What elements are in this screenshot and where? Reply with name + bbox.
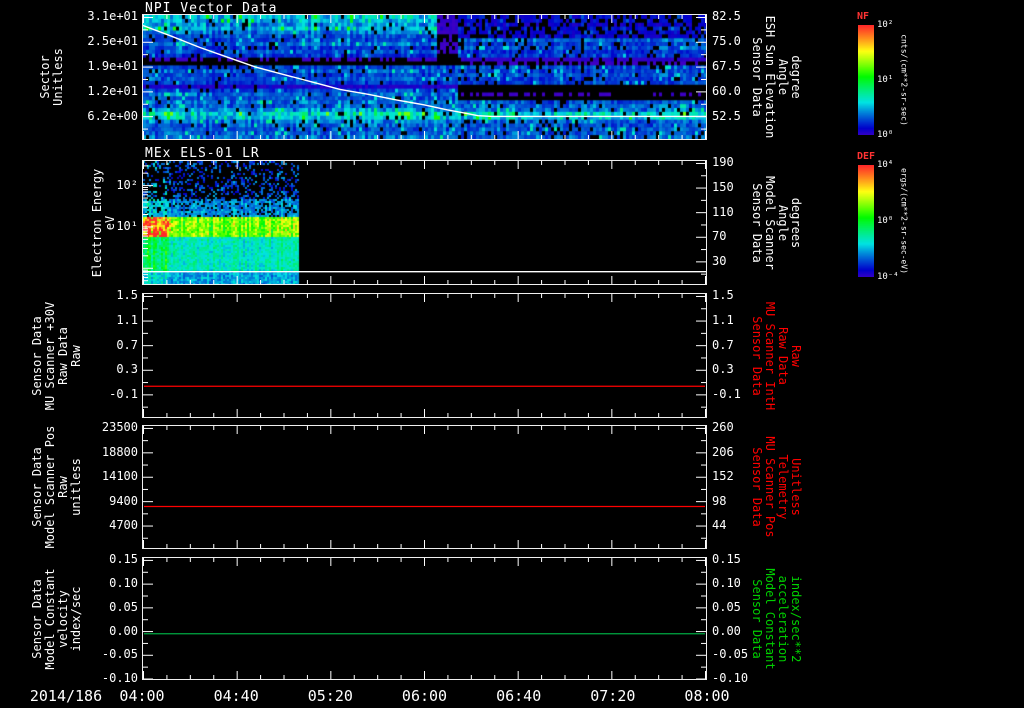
y-tick-label: 18800 [101, 444, 138, 459]
tplot-screen: NPI Vector Data MEx ELS-01 LR Sector Uni… [0, 0, 1024, 708]
model-constant-plot [143, 558, 706, 679]
y-tick-label: 2.5e+01 [87, 34, 138, 49]
y-tick-label: 0.00 [109, 623, 138, 638]
y-tick-label: 14100 [101, 469, 138, 484]
colorbar-tick-label: 10² [877, 20, 894, 30]
x-axis-tick-label: 04:00 [119, 687, 165, 705]
y-tick-label: -0.10 [101, 671, 138, 685]
panel-mu-scanner-30v [142, 293, 707, 418]
y2-tick-label: 206 [712, 444, 734, 459]
y2-tick-label: 190 [712, 155, 734, 170]
colorbar-tick-label: 10⁻⁴ [877, 272, 899, 282]
y2-tick-label: 82.5 [712, 9, 741, 24]
els-axes-overlay [143, 161, 706, 284]
y2-tick-label: 52.5 [712, 108, 741, 123]
y2-tick-label: 1.5 [712, 288, 734, 303]
y2-tick-label: 1.1 [712, 313, 734, 328]
y-tick-label: -0.1 [109, 386, 138, 401]
y-tick-label: 1.5 [116, 288, 138, 303]
colorbar-unit-label: ergs/(cm**2-sr-sec-eV) [899, 168, 909, 274]
y2-tick-label: 70 [712, 229, 727, 244]
y2-tick-label: 75.0 [712, 34, 741, 49]
colorbar-tick-label: 10¹ [877, 75, 894, 85]
panel-npi-spectrogram [142, 14, 707, 140]
y2-tick-label: 152 [712, 469, 734, 484]
y-tick-label: 10² [116, 177, 138, 192]
y-tick-label: 0.10 [109, 576, 138, 591]
colorbar-def [858, 165, 874, 277]
panel-els-spectrogram [142, 160, 707, 285]
y-tick-label: 0.7 [116, 337, 138, 352]
colorbar-nf-gradient [858, 25, 874, 135]
y2-tick-label: 110 [712, 204, 734, 219]
y2-tick-label: -0.05 [712, 647, 749, 662]
y2-tick-label: 60.0 [712, 83, 741, 98]
y-tick-label: 1.2e+01 [87, 83, 138, 98]
x-axis-tick-label: 06:40 [496, 687, 542, 705]
y2-tick-label: 30 [712, 253, 727, 268]
y2-tick-label: 0.3 [712, 362, 734, 377]
x-axis-tick-label: 08:00 [684, 687, 730, 705]
y2-tick-label: -0.10 [712, 671, 749, 685]
colorbar-nf-name: NF [857, 11, 870, 22]
y-tick-label: 0.15 [109, 552, 138, 567]
y2-tick-label: 260 [712, 420, 734, 435]
colorbar-def-name: DEF [857, 151, 876, 162]
colorbar-unit-label: cnts/(cm**2-sr-sec) [899, 34, 909, 126]
y2-tick-label: -0.1 [712, 386, 741, 401]
x-axis-tick-label: 04:40 [213, 687, 259, 705]
x-axis-tick-label: 07:20 [590, 687, 636, 705]
x-axis-tick-label: 06:00 [401, 687, 448, 705]
y2-tick-label: 44 [712, 518, 727, 533]
y-tick-label: 0.3 [116, 362, 138, 377]
y2-tick-label: 67.5 [712, 59, 741, 74]
mu-scanner-30v-plot [143, 294, 706, 417]
y-tick-label: 1.9e+01 [87, 59, 138, 74]
colorbar-def-gradient [858, 165, 874, 277]
panel-model-constant [142, 557, 707, 680]
y2-tick-label: 150 [712, 180, 734, 195]
y-tick-label: -0.05 [101, 647, 138, 662]
panel-els-title: MEx ELS-01 LR [145, 146, 260, 161]
colorbar-tick-label: 10⁴ [877, 160, 894, 170]
colorbar-tick-label: 10⁰ [877, 216, 894, 226]
y-tick-label: 1.1 [116, 313, 138, 328]
y2-tick-label: 0.05 [712, 599, 741, 614]
y2-tick-label: 0.00 [712, 623, 741, 638]
y-tick-label: 23500 [101, 420, 138, 435]
colorbar-nf [858, 25, 874, 135]
x-axis-date-label: 2014/186 [29, 687, 103, 705]
colorbar-tick-label: 10⁰ [877, 130, 894, 140]
npi-axes-overlay [143, 15, 706, 139]
y-tick-label: 6.2e+00 [87, 108, 138, 123]
y-tick-label: 10¹ [116, 218, 138, 233]
model-scanner-pos-plot [143, 426, 706, 548]
y2-tick-label: 0.15 [712, 552, 741, 567]
y-tick-label: 4700 [109, 518, 138, 533]
y-tick-label: 3.1e+01 [87, 9, 138, 24]
x-axis-tick-label: 05:20 [307, 687, 353, 705]
panel-model-scanner-pos [142, 425, 707, 549]
y2-tick-label: 0.10 [712, 576, 741, 591]
y-tick-label: 9400 [109, 493, 138, 508]
y2-tick-label: 0.7 [712, 337, 734, 352]
overlay-line [143, 24, 706, 118]
y2-tick-label: 98 [712, 493, 727, 508]
y-tick-label: 0.05 [109, 599, 138, 614]
